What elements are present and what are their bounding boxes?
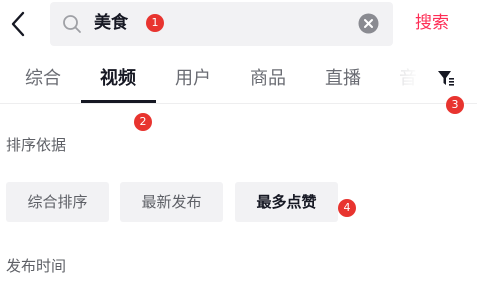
tabs-fade-mask [380,60,430,100]
marker-4: 4 [338,199,356,217]
filter-icon[interactable] [436,67,456,89]
clear-icon[interactable] [358,13,379,34]
tab-comprehensive[interactable]: 综合 [22,64,64,94]
sort-section-title: 排序依据 [6,136,67,154]
tab-products[interactable]: 商品 [247,64,289,94]
marker-2: 2 [134,113,152,131]
back-button[interactable] [0,4,36,44]
publish-time-section-title: 发布时间 [6,257,67,275]
tab-video[interactable]: 视频 [96,64,140,94]
tab-live[interactable]: 直播 [322,64,364,94]
back-arrow-icon [11,11,25,37]
sort-option-comprehensive[interactable]: 综合排序 [6,182,109,222]
marker-1: 1 [146,14,164,32]
sort-option-most-liked[interactable]: 最多点赞 [235,182,338,222]
sort-option-latest[interactable]: 最新发布 [120,182,223,222]
search-button[interactable]: 搜索 [402,6,462,40]
search-icon [63,15,81,33]
marker-3: 3 [446,96,464,114]
search-input[interactable]: 美食 [94,9,128,37]
tab-users[interactable]: 用户 [172,64,214,94]
tabs-divider [0,103,477,104]
